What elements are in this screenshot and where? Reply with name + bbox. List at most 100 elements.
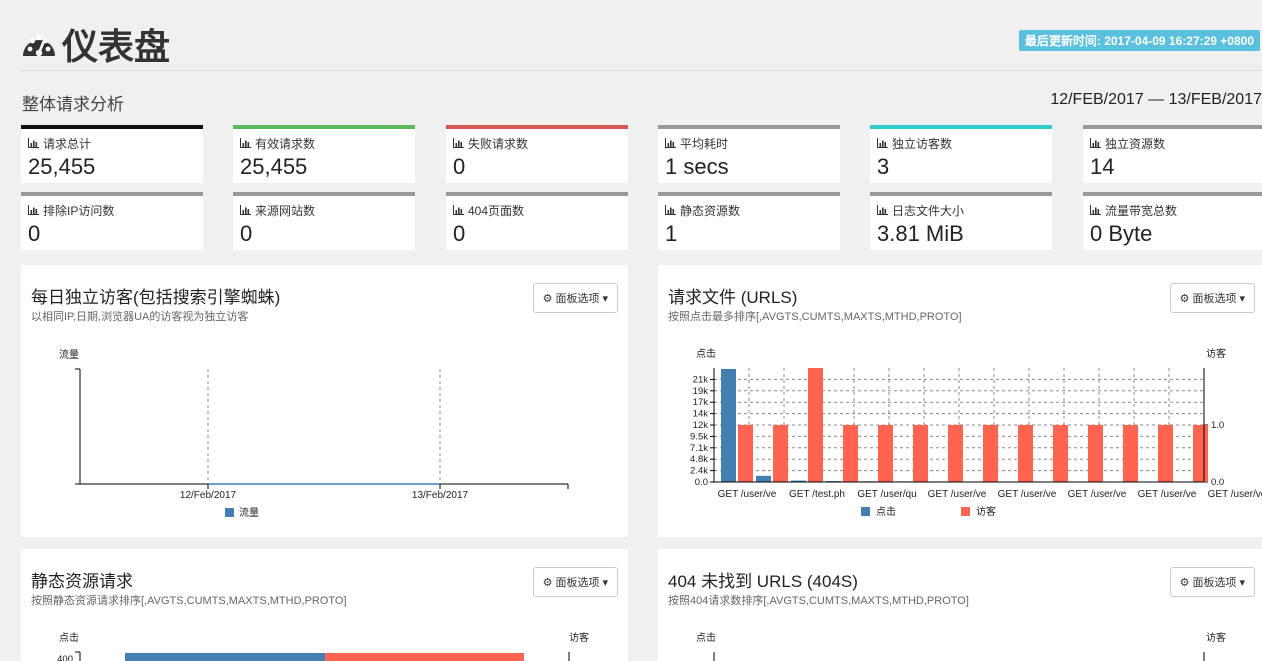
y2-tick-label: 0.0 (1211, 477, 1224, 488)
metric-value: 0 Byte (1090, 221, 1153, 246)
metric-card: 平均耗时 1 secs (658, 125, 840, 183)
y-tick-label: 19k (693, 386, 709, 397)
legend-label: 访客 (976, 505, 996, 518)
bar (1193, 425, 1208, 482)
legend-swatch (225, 508, 234, 517)
x-tick-label: GET /user/ve (1068, 489, 1127, 500)
x-tick-label: 13/Feb/2017 (412, 490, 469, 501)
panel-requests: 请求文件 (URLS) 按照点击最多排序[,AVGTS,CUMTS,MAXTS,… (658, 265, 1262, 537)
bar-chart-icon (453, 204, 464, 218)
bar (1088, 425, 1103, 482)
metric-value: 0 (453, 154, 466, 179)
metric-card: 静态资源数 1 (658, 192, 840, 250)
metric-label: 有效请求数 (255, 137, 316, 151)
x-tick-label: GET /user/ve (718, 489, 777, 500)
date-range: 12/FEB/2017 — 13/FEB/2017 (1050, 91, 1262, 108)
x-tick-label: GET /user/ve (1138, 489, 1197, 500)
x-tick-label: GET /user/ve (928, 489, 987, 500)
metric-card: 请求总计 25,455 (21, 125, 203, 183)
metric-card: 404页面数 0 (446, 192, 628, 250)
bar (983, 425, 998, 482)
metric-card: 失败请求数 0 (446, 125, 628, 183)
metric-card: 独立资源数 14 (1083, 125, 1262, 183)
metric-value: 3.81 MiB (877, 221, 964, 246)
bar-chart-icon (28, 137, 39, 151)
y2-axis-label: 访客 (1206, 631, 1226, 644)
bar (1018, 425, 1033, 482)
bar (756, 475, 771, 482)
y2-axis-label: 访客 (569, 631, 589, 644)
bar-chart-icon (1090, 204, 1101, 218)
metric-value: 25,455 (240, 154, 308, 179)
metric-value: 1 (665, 221, 678, 246)
x-tick-label: GET /user/ve (998, 489, 1057, 500)
metric-card: 流量带宽总数 0 Byte (1083, 192, 1262, 250)
y-axis-label: 点击 (696, 348, 716, 360)
x-tick-label: GET /test.ph (789, 489, 845, 500)
bar-chart-icon (877, 137, 888, 151)
bar (808, 368, 823, 482)
y-tick-label: 400 (57, 654, 73, 661)
y2-tick-label: 1.0 (1211, 420, 1224, 431)
bar-chart-icon (240, 204, 251, 218)
legend-label: 点击 (876, 506, 896, 518)
bar (913, 425, 928, 482)
metric-value: 0 (28, 221, 41, 246)
static-chart: 点击 访客 400 (57, 631, 589, 661)
bar (721, 368, 736, 482)
bar (738, 425, 753, 482)
bar-chart-icon (665, 137, 676, 151)
visitors-chart: 流量12/Feb/2017 13/Feb/2017流量 (59, 348, 569, 519)
bar-chart-icon (240, 137, 251, 151)
bar (125, 653, 325, 661)
y-axis-label: 流量 (59, 348, 79, 361)
notfound-chart: 点击 访客 (696, 631, 1226, 661)
page-header: 仪表盘 最后更新时间: 2017-04-09 16:27:29 +0800 (20, 18, 1262, 68)
panel-static: 静态资源请求 按照静态资源请求排序[,AVGTS,CUMTS,MAXTS,MTH… (21, 549, 628, 661)
y-tick-label: 2.4k (690, 466, 708, 477)
metric-card: 有效请求数 25,455 (233, 125, 415, 183)
y-tick-label: 12k (693, 420, 709, 431)
metric-card: 日志文件大小 3.81 MiB (870, 192, 1052, 250)
panel-notfound: 404 未找到 URLS (404S) 按照404请求数排序[,AVGTS,CU… (658, 549, 1262, 661)
bar (773, 425, 788, 482)
bar (948, 425, 963, 482)
y-tick-label: 21k (693, 374, 709, 385)
x-tick-label: GET /user/ve (1208, 489, 1262, 500)
bar (878, 425, 893, 482)
metric-value: 0 (240, 221, 253, 246)
title-divider (20, 70, 1262, 71)
bar-chart-icon (877, 204, 888, 218)
last-updated-badge: 最后更新时间: 2017-04-09 16:27:29 +0800 (1018, 30, 1260, 51)
metric-value: 14 (1090, 154, 1115, 179)
metric-label: 流量带宽总数 (1105, 204, 1178, 218)
y-tick-label: 0.0 (695, 477, 708, 488)
metric-label: 独立资源数 (1105, 137, 1166, 151)
y-axis-label: 点击 (696, 632, 716, 644)
metric-label: 排除IP访问数 (43, 204, 115, 218)
dashboard-icon (23, 35, 55, 57)
y-tick-label: 4.8k (690, 454, 708, 465)
metric-value: 25,455 (28, 154, 96, 179)
bar (1158, 425, 1173, 482)
y-axis-label: 点击 (59, 632, 79, 644)
bar (1123, 425, 1138, 482)
legend-label: 流量 (239, 506, 259, 519)
y-tick-label: 9.5k (690, 431, 708, 442)
bar (1053, 425, 1068, 482)
bar-chart-icon (1090, 137, 1101, 151)
metric-value: 1 secs (665, 154, 729, 179)
bar-chart-icon (453, 137, 464, 151)
page-title-text: 仪表盘 (62, 26, 171, 67)
bar-chart-icon (665, 204, 676, 218)
legend-swatch (861, 507, 870, 516)
metric-label: 独立访客数 (892, 137, 953, 151)
metric-card: 排除IP访问数 0 (21, 192, 203, 250)
metric-label: 请求总计 (43, 137, 92, 151)
bar (843, 425, 858, 482)
metric-value: 0 (453, 221, 466, 246)
requests-chart: 点击 访客0.02.4k4.8k7.1k9.5k12k14k17k19k21k0.… (690, 347, 1262, 518)
y-tick-label: 17k (693, 397, 709, 408)
metric-label: 404页面数 (468, 204, 525, 218)
metric-label: 日志文件大小 (892, 204, 965, 218)
